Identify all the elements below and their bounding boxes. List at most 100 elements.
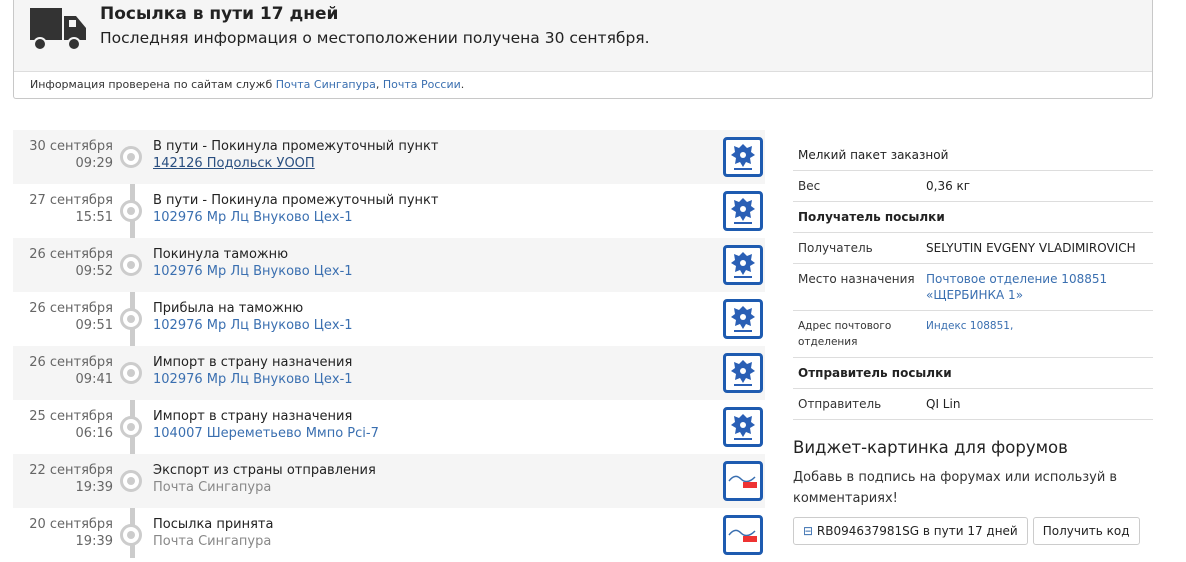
event-date: 27 сентября 15:51 (29, 192, 113, 226)
widget-title: Виджет-картинка для форумов (793, 438, 1068, 457)
event-time: 09:29 (75, 156, 113, 171)
event-date: 22 сентября 19:39 (29, 462, 113, 496)
event-date: 26 сентября 09:52 (29, 246, 113, 280)
event-status: Экспорт из страны отправления (153, 463, 376, 478)
event-status: В пути - Покинула промежуточный пункт (153, 193, 439, 208)
status-subtitle: Последняя информация о местоположении по… (100, 29, 650, 47)
event-info: Импорт в страну назначения 104007 Шеремет… (153, 408, 379, 442)
recipient-value: SELYUTIN EVGENY VLADIMIROVICH (926, 241, 1136, 255)
singapore-post-logo-icon (723, 461, 763, 501)
event-row: 26 сентября 09:52 Покинула таможню 102976 … (13, 238, 765, 292)
event-time: 09:41 (75, 372, 113, 387)
event-location[interactable]: Почта Сингапура (153, 480, 271, 495)
sources-sep: , (375, 78, 383, 91)
truck-icon (30, 8, 86, 51)
russian-post-link[interactable]: Почта России (383, 78, 461, 91)
russian-post-logo-icon (723, 137, 763, 177)
event-status: Посылка принята (153, 517, 274, 532)
event-info: Экспорт из страны отправления Почта Синга… (153, 462, 376, 496)
event-date: 30 сентября 09:29 (29, 138, 113, 172)
event-row: 26 сентября 09:41 Импорт в страну назначе… (13, 346, 765, 400)
event-day: 27 сентября (29, 193, 113, 208)
address-row: Адрес почтового отделения Индекс 108851, (793, 311, 1153, 358)
widget-preview[interactable]: ⊟ RB094637981SG в пути 17 дней (793, 517, 1028, 545)
event-row: 20 сентября 19:39 Посылка принята Почта Си… (13, 508, 765, 562)
recipient-row: Получатель SELYUTIN EVGENY VLADIMIROVICH (793, 233, 1153, 264)
timeline-dot (120, 254, 142, 276)
weight-label: Вес (798, 179, 821, 193)
event-location[interactable]: 104007 Шереметьево Ммпо Pci-7 (153, 426, 379, 441)
event-status: Покинула таможню (153, 247, 289, 262)
address-label: Адрес почтового отделения (798, 320, 892, 348)
event-day: 30 сентября (29, 139, 113, 154)
recipient-header-text: Получатель посылки (798, 210, 945, 224)
event-time: 15:51 (75, 210, 113, 225)
singapore-post-link[interactable]: Почта Сингапура (276, 78, 376, 91)
destination-link[interactable]: Почтовое отделение 108851 «ЩЕРБИНКА 1» (926, 271, 1148, 303)
widget-text: Добавь в подпись на форумах или использу… (793, 470, 1118, 506)
event-row: 22 сентября 19:39 Экспорт из страны отпра… (13, 454, 765, 508)
event-day: 25 сентября (29, 409, 113, 424)
sources-suffix: . (460, 78, 465, 91)
event-status: В пути - Покинула промежуточный пункт (153, 139, 439, 154)
event-date: 26 сентября 09:41 (29, 354, 113, 388)
destination-label: Место назначения (798, 272, 915, 286)
timeline-dot (120, 524, 142, 546)
event-day: 26 сентября (29, 301, 113, 316)
event-status: Прибыла на таможню (153, 301, 304, 316)
event-time: 09:52 (75, 264, 113, 279)
event-time: 09:51 (75, 318, 113, 333)
event-row: 30 сентября 09:29 В пути - Покинула проме… (13, 130, 765, 184)
event-status: Импорт в страну назначения (153, 355, 353, 370)
event-date: 25 сентября 06:16 (29, 408, 113, 442)
event-location[interactable]: 102976 Мр Лц Внуково Цех-1 (153, 372, 353, 387)
russian-post-logo-icon (723, 245, 763, 285)
event-day: 20 сентября (29, 517, 113, 532)
event-day: 26 сентября (29, 355, 113, 370)
event-info: Прибыла на таможню 102976 Мр Лц Внуково Ц… (153, 300, 353, 334)
event-location[interactable]: 102976 Мр Лц Внуково Цех-1 (153, 264, 353, 279)
russian-post-logo-icon (723, 407, 763, 447)
event-info: Покинула таможню 102976 Мр Лц Внуково Цех… (153, 246, 353, 280)
type-row: Мелкий пакет заказной (793, 140, 1153, 171)
event-time: 19:39 (75, 480, 113, 495)
image-icon: ⊟ (803, 524, 817, 538)
widget-controls: ⊟ RB094637981SG в пути 17 дней Получить … (793, 517, 1153, 545)
event-location[interactable]: 102976 Мр Лц Внуково Цех-1 (153, 318, 353, 333)
recipient-header: Получатель посылки (793, 202, 1153, 233)
sources-info: Информация проверена по сайтам служб Поч… (30, 78, 464, 91)
sender-header: Отправитель посылки (793, 358, 1153, 389)
russian-post-logo-icon (723, 353, 763, 393)
parcel-type: Мелкий пакет заказной (798, 148, 949, 162)
event-status: Импорт в страну назначения (153, 409, 353, 424)
event-row: 26 сентября 09:51 Прибыла на таможню 10297… (13, 292, 765, 346)
parcel-details: Мелкий пакет заказной Вес 0,36 кг Получат… (793, 140, 1153, 545)
timeline-dot (120, 146, 142, 168)
status-panel: Посылка в пути 17 дней Последняя информа… (13, 0, 1153, 99)
timeline-dot (120, 416, 142, 438)
widget-preview-text: RB094637981SG в пути 17 дней (816, 524, 1018, 538)
sender-label: Отправитель (798, 397, 882, 411)
event-row: 25 сентября 06:16 Импорт в страну назначе… (13, 400, 765, 454)
get-code-button[interactable]: Получить код (1032, 517, 1140, 545)
event-row: 27 сентября 15:51 В пути - Покинула проме… (13, 184, 765, 238)
event-info: В пути - Покинула промежуточный пункт 102… (153, 192, 438, 226)
sources-prefix: Информация проверена по сайтам служб (30, 78, 276, 91)
status-title: Посылка в пути 17 дней (100, 4, 339, 24)
event-time: 19:39 (75, 534, 113, 549)
sender-row: Отправитель QI Lin (793, 389, 1153, 420)
event-day: 22 сентября (29, 463, 113, 478)
address-link[interactable]: Индекс 108851, (926, 318, 1148, 350)
timeline-dot (120, 362, 142, 384)
event-location[interactable]: 142126 Подольск УООП (153, 156, 315, 171)
timeline-dot (120, 200, 142, 222)
sender-value: QI Lin (926, 397, 961, 411)
event-date: 20 сентября 19:39 (29, 516, 113, 550)
event-location[interactable]: Почта Сингапура (153, 534, 271, 549)
event-location[interactable]: 102976 Мр Лц Внуково Цех-1 (153, 210, 353, 225)
sender-header-text: Отправитель посылки (798, 366, 952, 380)
destination-row: Место назначения Почтовое отделение 10885… (793, 264, 1153, 311)
event-time: 06:16 (75, 426, 113, 441)
russian-post-logo-icon (723, 191, 763, 231)
event-info: Посылка принята Почта Сингапура (153, 516, 273, 550)
